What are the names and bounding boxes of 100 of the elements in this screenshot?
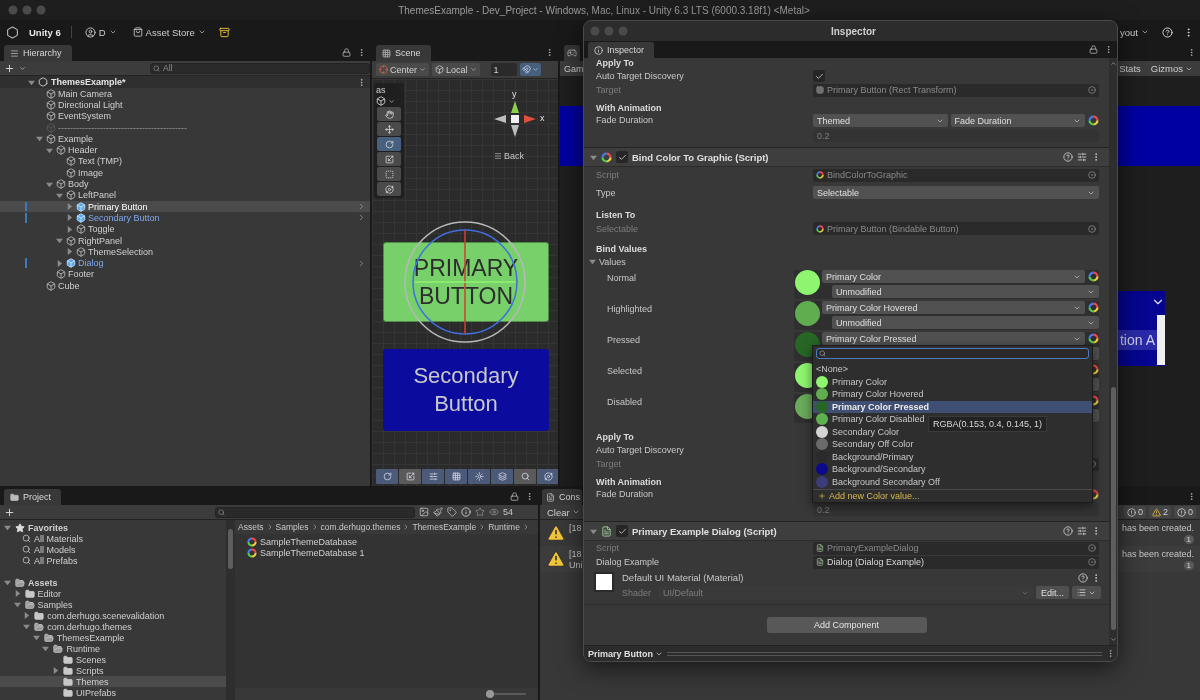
color-swatch[interactable]	[795, 301, 820, 326]
disclosure-arrow-icon[interactable]	[46, 180, 53, 188]
console-tab[interactable]: Cons	[542, 489, 582, 505]
filter-icon[interactable]	[419, 507, 429, 517]
hierarchy-item[interactable]: Primary Button	[0, 200, 370, 213]
asset-item[interactable]: SampleThemeDatabase 1	[235, 547, 538, 558]
lock-icon[interactable]	[342, 48, 351, 57]
caret-icon[interactable]	[19, 64, 26, 72]
hierarchy-item[interactable]: LeftPanel	[0, 189, 370, 201]
disclosure-arrow-icon[interactable]	[13, 601, 21, 608]
scene-row[interactable]: ThemesExample*	[0, 76, 370, 88]
scene-tool-button[interactable]	[514, 469, 536, 484]
more-icon[interactable]	[525, 492, 534, 501]
scene-tool-button[interactable]	[399, 469, 421, 484]
cube-icon[interactable]	[376, 96, 386, 106]
log-icon[interactable]	[461, 507, 471, 517]
hierarchy-item[interactable]: ThemeSelection	[0, 246, 370, 258]
menu-item[interactable]: <None>	[813, 363, 855, 376]
tool-button[interactable]	[377, 182, 401, 196]
eye-icon[interactable]	[489, 507, 499, 517]
dropdown[interactable]: Unmodified	[832, 316, 1099, 329]
menu-item[interactable]: Background/Primary	[813, 450, 920, 463]
component-header[interactable]: Bind Color To Graphic (Script)	[584, 147, 1109, 167]
scene-tool-button[interactable]	[491, 469, 513, 484]
hierarchy-item[interactable]: Directional Light	[0, 99, 370, 111]
hierarchy-item[interactable]: EventSystem	[0, 110, 370, 122]
dropdown[interactable]: Fade Duration	[950, 114, 1085, 127]
scene-tool-button[interactable]	[422, 469, 444, 484]
snap-button[interactable]	[519, 63, 541, 76]
search-field[interactable]: All	[150, 62, 370, 74]
checkbox[interactable]	[813, 70, 825, 82]
inspector-tab[interactable]: Inspector	[588, 42, 655, 58]
menu-item[interactable]: Secondary Off Color	[813, 438, 920, 451]
more-icon[interactable]	[1106, 649, 1115, 658]
hierarchy-tab[interactable]: Hierarchy	[4, 45, 72, 61]
pivot-dropdown[interactable]: Center	[376, 63, 429, 76]
folder-item[interactable]: Editor	[0, 588, 226, 599]
target-picker-icon[interactable]	[1088, 86, 1096, 94]
hierarchy-item[interactable]: Dialog	[0, 257, 370, 269]
saved-search-item[interactable]: All Prefabs	[0, 555, 226, 566]
chevron-right-icon[interactable]	[357, 258, 366, 268]
menu-item[interactable]: Secondary Color	[813, 425, 906, 438]
add-icon[interactable]	[4, 506, 15, 518]
scroll-up-icon[interactable]	[1109, 60, 1117, 67]
sliders-icon[interactable]	[1077, 152, 1087, 162]
log-count-toggle[interactable]: 0	[1123, 506, 1146, 518]
game-tab[interactable]	[564, 45, 580, 61]
hierarchy-item[interactable]: Text (TMP)	[0, 155, 370, 168]
disclosure-arrow-icon[interactable]	[28, 78, 35, 86]
dropdown[interactable]: Unmodified	[832, 285, 1099, 298]
disclosure-arrow-icon[interactable]	[56, 237, 63, 244]
disclosure-arrow-icon[interactable]	[36, 135, 43, 143]
hierarchy-item[interactable]: Footer	[0, 268, 370, 281]
label-icon[interactable]	[447, 507, 457, 517]
menu-item[interactable]: Primary Color Disabled	[813, 413, 931, 426]
scene-tool-button[interactable]	[376, 469, 398, 484]
lock-icon[interactable]	[510, 492, 519, 501]
folder-item[interactable]: Scenes	[0, 654, 226, 665]
search-field[interactable]	[816, 348, 1089, 359]
type-filter-icon[interactable]	[433, 507, 443, 517]
color-swatch[interactable]	[795, 270, 820, 295]
more-icon[interactable]	[357, 77, 366, 87]
disclosure-arrow-icon[interactable]	[23, 623, 31, 630]
menu-item[interactable]: Background/Secondary	[813, 463, 932, 476]
tool-button[interactable]	[377, 167, 401, 181]
hierarchy-item[interactable]: Body	[0, 178, 370, 190]
breadcrumb-link[interactable]: com.derhugo.themes	[320, 522, 401, 532]
slider-thumb[interactable]	[486, 690, 494, 698]
archive-icon[interactable]	[218, 26, 230, 38]
disclosure-arrow-icon[interactable]	[4, 579, 11, 586]
component-header[interactable]: Primary Example Dialog (Script)	[584, 521, 1109, 541]
scene-tool-button[interactable]	[468, 469, 490, 484]
sliders-icon[interactable]	[1077, 526, 1087, 536]
menu-item[interactable]: Primary Color Hovered	[813, 388, 930, 401]
disclosure-arrow-icon[interactable]	[52, 667, 59, 674]
project-tab[interactable]: Project	[4, 489, 61, 505]
more-icon[interactable]	[1104, 45, 1113, 54]
checkbox[interactable]	[616, 525, 628, 537]
object-field[interactable]: Dialog (Dialog Example)	[813, 555, 1099, 569]
folder-item[interactable]: Scripts	[0, 665, 226, 676]
disclosure-arrow-icon[interactable]	[46, 146, 53, 154]
disclosure-arrow-icon[interactable]	[23, 612, 31, 619]
breadcrumb-link[interactable]: Runtime	[488, 522, 520, 532]
lock-icon[interactable]	[1089, 45, 1098, 54]
folder-item[interactable]: ThemesExample	[0, 632, 226, 643]
help-icon[interactable]	[1162, 26, 1173, 38]
checkbox[interactable]	[616, 151, 628, 163]
space-dropdown[interactable]: Local	[432, 63, 480, 76]
log-count-toggle[interactable]: 0	[1174, 506, 1196, 518]
more-icon[interactable]	[1187, 492, 1196, 501]
disclosure-arrow-icon[interactable]	[66, 203, 73, 211]
folder-item[interactable]: com.derhugo.themes	[0, 621, 226, 632]
menu-item[interactable]: Background Secondary Off	[813, 475, 946, 488]
favorite-icon[interactable]	[475, 507, 485, 517]
disclosure-arrow-icon[interactable]	[590, 153, 597, 161]
target-picker-icon[interactable]	[1088, 224, 1096, 233]
folder-item[interactable]: Assets	[0, 577, 226, 588]
add-icon[interactable]	[4, 62, 15, 74]
account-button[interactable]: D	[81, 24, 120, 40]
saved-search-item[interactable]: All Models	[0, 544, 226, 555]
